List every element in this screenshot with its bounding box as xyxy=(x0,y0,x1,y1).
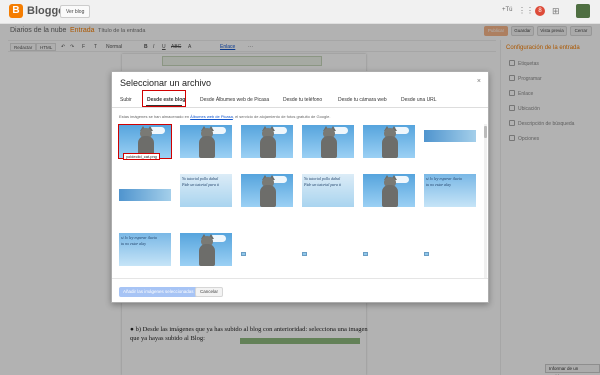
thumbnail-caption: Yo tutorial pollo dabal xyxy=(182,176,219,181)
tab-from-webcam[interactable]: Desde tu cámara web xyxy=(338,97,387,103)
description-text: , el servicio de alojamiento de fotos gr… xyxy=(232,114,331,119)
close-icon[interactable]: × xyxy=(477,78,481,85)
thumbnail-caption: Yo tutorial pollo dabal xyxy=(304,176,341,181)
dialog-title: Seleccionar un archivo xyxy=(120,78,212,88)
image-thumbnail[interactable] xyxy=(363,125,415,158)
add-selected-images-button[interactable]: Añadir las imágenes seleccionadas xyxy=(119,287,198,297)
image-thumbnail[interactable] xyxy=(424,252,429,256)
cancel-button[interactable]: Cancelar xyxy=(195,287,224,297)
image-thumbnail[interactable] xyxy=(363,252,368,256)
dialog-description: Estas imágenes se han almacenado en Álbu… xyxy=(119,114,479,119)
thumbnail-caption: si lo ley esperar iluvia xyxy=(426,176,462,181)
image-thumbnail[interactable] xyxy=(241,125,293,158)
cat-body xyxy=(382,136,398,158)
image-thumbnail[interactable]: Yo tutorial pollo dabal Pide un tutorial… xyxy=(180,174,232,207)
image-grid-scrollbar[interactable] xyxy=(484,124,487,278)
tab-from-phone[interactable]: Desde tu teléfono xyxy=(283,97,322,103)
tab-from-url[interactable]: Desde una URL xyxy=(401,97,437,103)
image-thumbnail[interactable] xyxy=(119,189,171,201)
blogger-logo-icon[interactable]: B xyxy=(9,4,23,18)
tab-picasa-albums[interactable]: Desde Álbumes web de Picasa xyxy=(200,97,269,103)
image-thumbnail[interactable] xyxy=(302,252,307,256)
cat-body xyxy=(260,185,276,207)
image-thumbnail[interactable] xyxy=(424,130,476,142)
scrollbar-thumb[interactable] xyxy=(484,126,487,138)
selected-filename-label: yoldeclid_cat.png xyxy=(123,153,160,160)
tab-highlight-box xyxy=(142,90,186,107)
thumbnail-caption: tu no estar alay xyxy=(121,241,146,246)
notifications-badge[interactable]: 8 xyxy=(535,6,545,16)
thumbnail-caption: si lo ley esperar iluvia xyxy=(121,235,157,240)
image-thumbnail[interactable]: si lo ley esperar iluvia tu no estar ala… xyxy=(119,233,171,266)
file-picker-dialog: Seleccionar un archivo × Subir Desde est… xyxy=(111,71,489,303)
thumbnail-caption: Pide un tutorial para ti xyxy=(304,182,342,187)
thumbnail-caption: tu no estar alay xyxy=(426,182,451,187)
google-plus-link[interactable]: +Tú xyxy=(502,7,513,13)
cat-body xyxy=(199,136,215,158)
image-thumbnail[interactable] xyxy=(241,174,293,207)
image-thumbnail[interactable] xyxy=(180,233,232,266)
image-thumbnail[interactable]: si lo ley esperar iluvia tu no estar ala… xyxy=(424,174,476,207)
top-bar: B Blogger Ver blog +Tú ⋮⋮ 8 ⊞ xyxy=(0,0,600,24)
cat-body xyxy=(260,136,276,158)
cat-body xyxy=(321,136,337,158)
image-thumbnail[interactable]: Yo tutorial pollo dabal Pide un tutorial… xyxy=(302,174,354,207)
thumbnail-caption: Pide un tutorial para ti xyxy=(182,182,220,187)
image-thumbnail[interactable] xyxy=(241,252,246,256)
view-blog-button[interactable]: Ver blog xyxy=(60,5,91,18)
picasa-link[interactable]: Álbumes web de Picasa xyxy=(190,114,233,119)
dialog-footer: Añadir las imágenes seleccionadas Cancel… xyxy=(112,278,488,302)
description-text: Estas imágenes se han almacenado en xyxy=(119,114,191,119)
cat-body xyxy=(199,244,215,266)
image-grid: Yo tutorial pollo dabal Pide un tutorial… xyxy=(116,122,481,276)
image-thumbnail[interactable] xyxy=(180,125,232,158)
cat-body xyxy=(382,185,398,207)
image-thumbnail[interactable] xyxy=(363,174,415,207)
share-icon[interactable]: ⊞ xyxy=(552,6,560,16)
avatar[interactable] xyxy=(576,4,590,18)
apps-grid-icon[interactable]: ⋮⋮ xyxy=(518,7,534,15)
tab-upload[interactable]: Subir xyxy=(120,97,132,103)
image-thumbnail[interactable] xyxy=(302,125,354,158)
